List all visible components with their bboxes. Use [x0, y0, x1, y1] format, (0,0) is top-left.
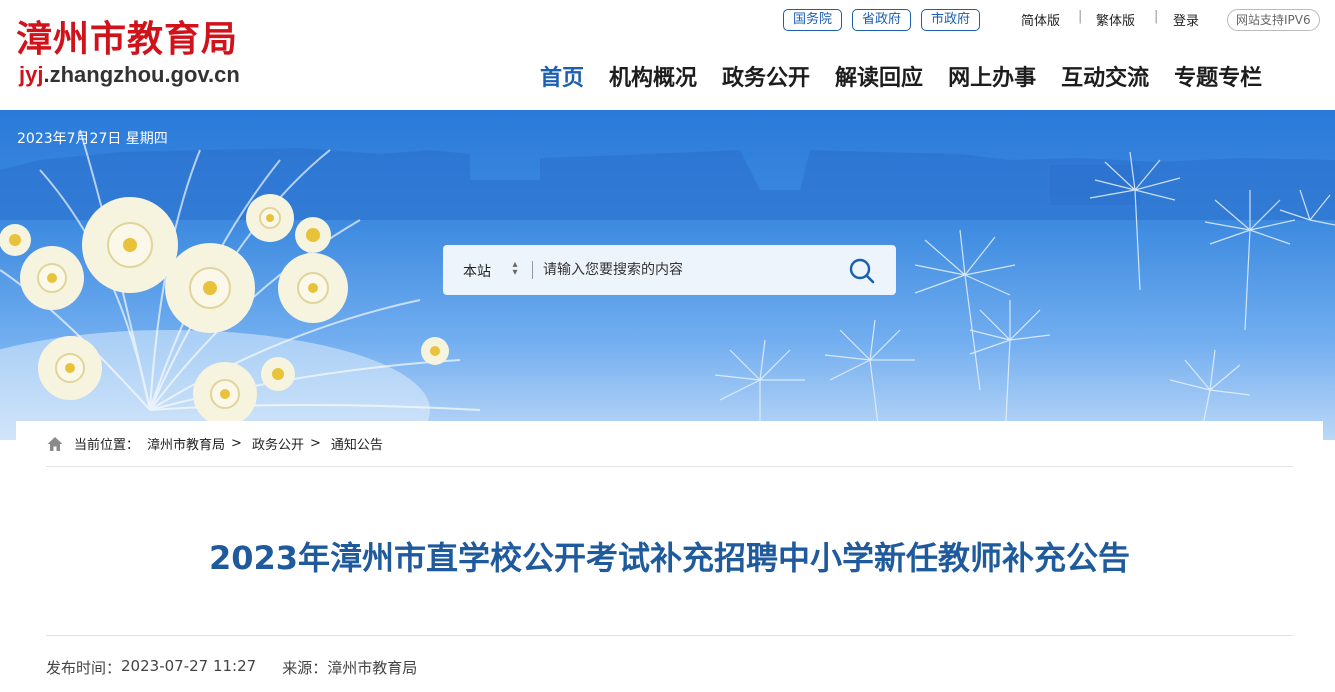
home-icon[interactable]	[46, 435, 64, 453]
separator: |	[1154, 9, 1159, 24]
link-state-council[interactable]: 国务院	[783, 9, 843, 31]
main-nav: 首页 机构概况 政务公开 解读回应 网上办事 互动交流 专题专栏	[540, 60, 1262, 92]
link-provincial-gov[interactable]: 省政府	[852, 9, 912, 31]
publish-label: 发布时间：	[46, 659, 122, 677]
nav-special-topics[interactable]: 专题专栏	[1174, 60, 1262, 92]
nav-interpretation[interactable]: 解读回应	[835, 60, 923, 92]
simplified-link[interactable]: 简体版	[1021, 10, 1060, 29]
nav-gov-affairs[interactable]: 政务公开	[722, 60, 810, 92]
breadcrumb-item-notices[interactable]: 通知公告	[331, 434, 383, 453]
source-label: 来源：	[282, 659, 328, 677]
search-icon[interactable]	[847, 256, 877, 286]
search-input[interactable]	[543, 257, 833, 283]
site-header: 漳州市教育局 jyj.zhangzhou.gov.cn 国务院 省政府 市政府 …	[0, 0, 1335, 110]
divider	[46, 466, 1293, 467]
content-card: 当前位置： 漳州市教育局 > 政务公开 > 通知公告 2023年漳州市直学校公开…	[16, 421, 1323, 692]
ipv6-badge: 网站支持IPV6	[1227, 9, 1320, 31]
domain-rest: .zhangzhou.gov.cn	[43, 62, 240, 87]
link-city-gov[interactable]: 市政府	[921, 9, 981, 31]
source-value: 漳州市教育局	[327, 659, 418, 677]
nav-home[interactable]: 首页	[540, 60, 584, 92]
separator: |	[1078, 9, 1083, 24]
nav-interaction[interactable]: 互动交流	[1061, 60, 1149, 92]
breadcrumb-item-gov-affairs[interactable]: 政务公开	[252, 434, 304, 453]
breadcrumb-separator: >	[231, 436, 242, 451]
traditional-link[interactable]: 繁体版	[1096, 10, 1135, 29]
breadcrumb-label: 当前位置：	[74, 438, 140, 453]
search-scope-select[interactable]: 本站	[463, 261, 491, 281]
breadcrumb: 当前位置： 漳州市教育局 > 政务公开 > 通知公告	[46, 434, 383, 453]
divider	[46, 635, 1293, 636]
current-date: 2023年7月27日 星期四	[17, 131, 168, 147]
site-logo-title[interactable]: 漳州市教育局	[16, 10, 238, 62]
article-title: 2023年漳州市直学校公开考试补充招聘中小学新任教师补充公告	[208, 539, 1131, 577]
breadcrumb-separator: >	[309, 436, 321, 451]
domain-prefix: jyj	[19, 62, 44, 87]
publish-time: 2023-07-27 11:27	[121, 657, 257, 675]
banner: 2023年7月27日 星期四 本站 ▴ ▾	[0, 110, 1335, 440]
select-arrows-icon[interactable]: ▴ ▾	[510, 260, 520, 278]
login-link[interactable]: 登录	[1173, 10, 1199, 29]
top-links: 国务院 省政府 市政府	[783, 9, 981, 31]
article-meta: 发布时间： 2023-07-27 11:27 来源： 漳州市教育局	[46, 657, 417, 678]
search-divider	[532, 261, 533, 279]
nav-online-services[interactable]: 网上办事	[948, 60, 1036, 92]
search-bar: 本站 ▴ ▾	[443, 245, 896, 295]
site-domain: jyj.zhangzhou.gov.cn	[19, 62, 240, 88]
nav-organization[interactable]: 机构概况	[609, 60, 697, 92]
breadcrumb-item-bureau[interactable]: 漳州市教育局	[147, 434, 225, 453]
